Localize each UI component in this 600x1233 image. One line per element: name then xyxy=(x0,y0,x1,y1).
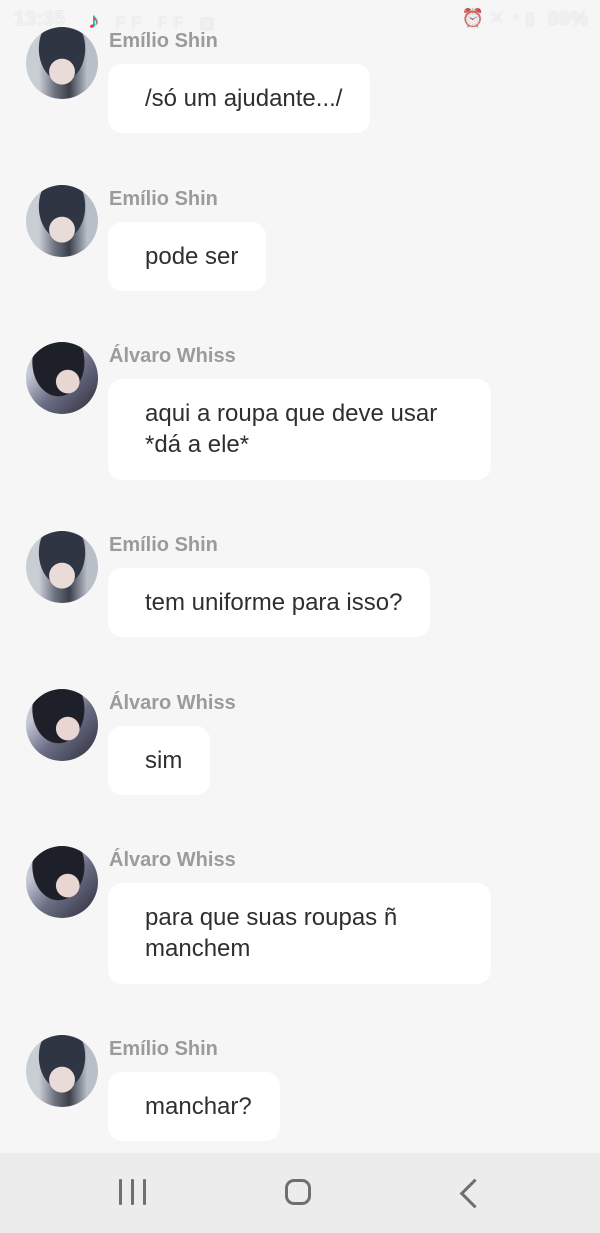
sender-name[interactable]: Álvaro Whiss xyxy=(109,849,236,872)
emilio-avatar[interactable] xyxy=(26,531,98,603)
status-bar: 13:35 ♪ FF FF ▣ ⏰✕◔▮ 89% xyxy=(0,0,600,38)
sender-name[interactable]: Emílio Shin xyxy=(109,30,218,53)
message-bubble[interactable]: sim xyxy=(108,726,211,795)
mute-icon: ✕ xyxy=(489,8,510,28)
alvaro-avatar[interactable] xyxy=(26,689,98,761)
emilio-avatar[interactable] xyxy=(26,27,98,99)
message-bubble[interactable]: para que suas roupas ñ manchem xyxy=(108,883,491,984)
alvaro-avatar[interactable] xyxy=(26,846,98,918)
message-bubble[interactable]: tem uniforme para isso? xyxy=(108,568,431,637)
message-text: manchar? xyxy=(145,1093,252,1120)
battery-level: 89% xyxy=(547,8,588,30)
signal-icon: ▮ xyxy=(525,8,540,28)
system-icons: ⏰✕◔▮ xyxy=(462,8,540,29)
navigation-bar xyxy=(0,1153,600,1233)
back-icon[interactable] xyxy=(440,1175,500,1215)
sender-name[interactable]: Emílio Shin xyxy=(109,1038,218,1061)
sender-name[interactable]: Emílio Shin xyxy=(109,534,218,557)
alvaro-avatar[interactable] xyxy=(26,342,98,414)
message-text-line: aqui a roupa que deve usar xyxy=(145,400,438,427)
sender-name[interactable]: Emílio Shin xyxy=(109,188,218,211)
sender-name[interactable]: Álvaro Whiss xyxy=(109,345,236,368)
message-bubble[interactable]: pode ser xyxy=(108,222,267,291)
message-bubble[interactable]: /só um ajudante.../ xyxy=(108,64,371,133)
emilio-avatar[interactable] xyxy=(26,1035,98,1107)
message-text: tem uniforme para isso? xyxy=(145,589,403,616)
alarm-icon: ⏰ xyxy=(461,8,490,28)
wifi-icon: ◔ xyxy=(509,8,526,28)
emilio-avatar[interactable] xyxy=(26,185,98,257)
message-text: sim xyxy=(145,747,183,774)
tiktok-icon: ♪ xyxy=(88,8,105,33)
message-bubble[interactable]: aqui a roupa que deve usar *dá a ele* xyxy=(108,379,491,480)
message-text: pode ser xyxy=(145,243,239,270)
sender-name[interactable]: Álvaro Whiss xyxy=(109,692,236,715)
message-bubble[interactable]: manchar? xyxy=(108,1072,280,1141)
message-text-line: para que suas roupas ñ xyxy=(145,904,398,931)
message-text: /só um ajudante.../ xyxy=(145,85,343,112)
message-text-line: manchem xyxy=(145,935,251,962)
recents-icon[interactable] xyxy=(103,1175,163,1215)
home-icon[interactable] xyxy=(270,1175,330,1215)
message-text-line: *dá a ele* xyxy=(145,431,250,458)
